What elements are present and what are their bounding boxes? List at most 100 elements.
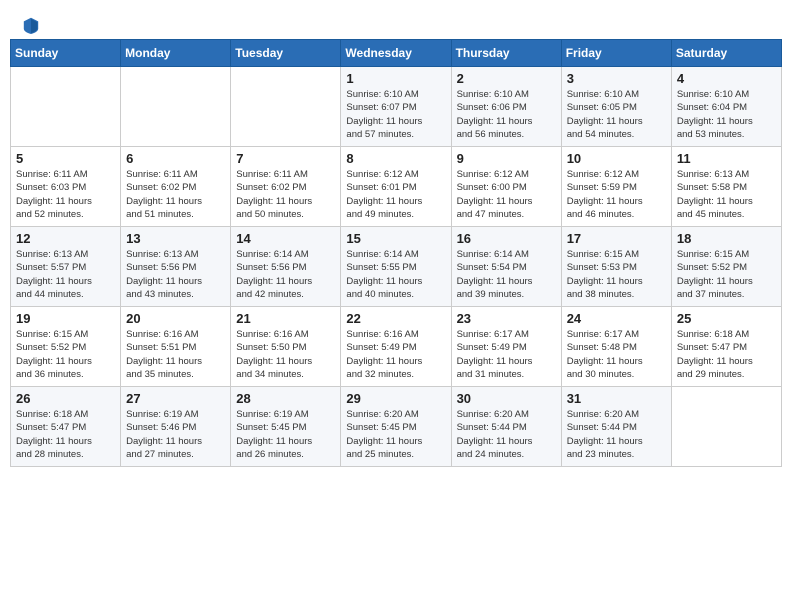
calendar-cell: 26 Sunrise: 6:18 AM Sunset: 5:47 PM Dayli…	[11, 387, 121, 467]
day-number: 10	[567, 151, 666, 166]
logo	[20, 18, 40, 34]
calendar-cell: 20 Sunrise: 6:16 AM Sunset: 5:51 PM Dayli…	[121, 307, 231, 387]
day-number: 3	[567, 71, 666, 86]
day-info: Sunrise: 6:18 AM Sunset: 5:47 PM Dayligh…	[677, 328, 776, 381]
day-number: 25	[677, 311, 776, 326]
day-number: 23	[457, 311, 556, 326]
day-info: Sunrise: 6:15 AM Sunset: 5:52 PM Dayligh…	[16, 328, 115, 381]
calendar-cell	[231, 67, 341, 147]
calendar-cell: 19 Sunrise: 6:15 AM Sunset: 5:52 PM Dayli…	[11, 307, 121, 387]
calendar-cell: 23 Sunrise: 6:17 AM Sunset: 5:49 PM Dayli…	[451, 307, 561, 387]
dow-header-sunday: Sunday	[11, 40, 121, 67]
day-info: Sunrise: 6:11 AM Sunset: 6:03 PM Dayligh…	[16, 168, 115, 221]
day-number: 15	[346, 231, 445, 246]
day-info: Sunrise: 6:11 AM Sunset: 6:02 PM Dayligh…	[236, 168, 335, 221]
day-info: Sunrise: 6:19 AM Sunset: 5:46 PM Dayligh…	[126, 408, 225, 461]
calendar-cell	[11, 67, 121, 147]
calendar-cell: 30 Sunrise: 6:20 AM Sunset: 5:44 PM Dayli…	[451, 387, 561, 467]
day-info: Sunrise: 6:12 AM Sunset: 6:00 PM Dayligh…	[457, 168, 556, 221]
calendar-cell: 3 Sunrise: 6:10 AM Sunset: 6:05 PM Daylig…	[561, 67, 671, 147]
calendar-cell: 5 Sunrise: 6:11 AM Sunset: 6:03 PM Daylig…	[11, 147, 121, 227]
calendar-cell: 2 Sunrise: 6:10 AM Sunset: 6:06 PM Daylig…	[451, 67, 561, 147]
day-number: 6	[126, 151, 225, 166]
day-number: 4	[677, 71, 776, 86]
day-info: Sunrise: 6:20 AM Sunset: 5:44 PM Dayligh…	[567, 408, 666, 461]
day-number: 5	[16, 151, 115, 166]
calendar-cell: 17Sunrise: 6:15 AM Sunset: 5:53 PM Dayli…	[561, 227, 671, 307]
day-info: Sunrise: 6:10 AM Sunset: 6:06 PM Dayligh…	[457, 88, 556, 141]
day-info: Sunrise: 6:16 AM Sunset: 5:49 PM Dayligh…	[346, 328, 445, 381]
day-number: 16	[457, 231, 556, 246]
calendar-cell	[671, 387, 781, 467]
day-number: 9	[457, 151, 556, 166]
dow-header-thursday: Thursday	[451, 40, 561, 67]
calendar-cell: 14 Sunrise: 6:14 AM Sunset: 5:56 PM Dayli…	[231, 227, 341, 307]
dow-header-saturday: Saturday	[671, 40, 781, 67]
day-number: 24	[567, 311, 666, 326]
day-info: Sunrise: 6:20 AM Sunset: 5:45 PM Dayligh…	[346, 408, 445, 461]
day-info: Sunrise: 6:16 AM Sunset: 5:51 PM Dayligh…	[126, 328, 225, 381]
day-info: Sunrise: 6:17 AM Sunset: 5:49 PM Dayligh…	[457, 328, 556, 381]
day-info: Sunrise: 6:14 AM Sunset: 5:56 PM Dayligh…	[236, 248, 335, 301]
day-number: 1	[346, 71, 445, 86]
page-header	[10, 10, 782, 39]
calendar-cell: 12Sunrise: 6:13 AM Sunset: 5:57 PM Dayli…	[11, 227, 121, 307]
calendar-cell: 18 Sunrise: 6:15 AM Sunset: 5:52 PM Dayli…	[671, 227, 781, 307]
day-info: Sunrise: 6:11 AM Sunset: 6:02 PM Dayligh…	[126, 168, 225, 221]
day-number: 2	[457, 71, 556, 86]
day-number: 11	[677, 151, 776, 166]
day-info: Sunrise: 6:10 AM Sunset: 6:04 PM Dayligh…	[677, 88, 776, 141]
calendar-cell	[121, 67, 231, 147]
calendar-cell: 21 Sunrise: 6:16 AM Sunset: 5:50 PM Dayli…	[231, 307, 341, 387]
calendar-cell: 31 Sunrise: 6:20 AM Sunset: 5:44 PM Dayli…	[561, 387, 671, 467]
calendar-cell: 8 Sunrise: 6:12 AM Sunset: 6:01 PM Daylig…	[341, 147, 451, 227]
day-number: 19	[16, 311, 115, 326]
day-info: Sunrise: 6:15 AM Sunset: 5:52 PM Dayligh…	[677, 248, 776, 301]
day-info: Sunrise: 6:13 AM Sunset: 5:56 PM Dayligh…	[126, 248, 225, 301]
day-number: 27	[126, 391, 225, 406]
day-number: 12	[16, 231, 115, 246]
day-number: 28	[236, 391, 335, 406]
day-number: 30	[457, 391, 556, 406]
day-info: Sunrise: 6:12 AM Sunset: 6:01 PM Dayligh…	[346, 168, 445, 221]
calendar-cell: 10Sunrise: 6:12 AM Sunset: 5:59 PM Dayli…	[561, 147, 671, 227]
day-number: 31	[567, 391, 666, 406]
day-info: Sunrise: 6:10 AM Sunset: 6:07 PM Dayligh…	[346, 88, 445, 141]
day-info: Sunrise: 6:18 AM Sunset: 5:47 PM Dayligh…	[16, 408, 115, 461]
day-number: 17	[567, 231, 666, 246]
day-info: Sunrise: 6:14 AM Sunset: 5:55 PM Dayligh…	[346, 248, 445, 301]
calendar-table: SundayMondayTuesdayWednesdayThursdayFrid…	[10, 39, 782, 467]
calendar-cell: 6 Sunrise: 6:11 AM Sunset: 6:02 PM Daylig…	[121, 147, 231, 227]
day-info: Sunrise: 6:20 AM Sunset: 5:44 PM Dayligh…	[457, 408, 556, 461]
day-info: Sunrise: 6:13 AM Sunset: 5:58 PM Dayligh…	[677, 168, 776, 221]
day-number: 13	[126, 231, 225, 246]
calendar-cell: 13 Sunrise: 6:13 AM Sunset: 5:56 PM Dayli…	[121, 227, 231, 307]
day-info: Sunrise: 6:17 AM Sunset: 5:48 PM Dayligh…	[567, 328, 666, 381]
day-number: 8	[346, 151, 445, 166]
day-number: 21	[236, 311, 335, 326]
calendar-cell: 4 Sunrise: 6:10 AM Sunset: 6:04 PM Daylig…	[671, 67, 781, 147]
calendar-cell: 22 Sunrise: 6:16 AM Sunset: 5:49 PM Dayli…	[341, 307, 451, 387]
day-number: 22	[346, 311, 445, 326]
dow-header-tuesday: Tuesday	[231, 40, 341, 67]
calendar-cell: 27 Sunrise: 6:19 AM Sunset: 5:46 PM Dayli…	[121, 387, 231, 467]
calendar-cell: 25 Sunrise: 6:18 AM Sunset: 5:47 PM Dayli…	[671, 307, 781, 387]
calendar-cell: 7Sunrise: 6:11 AM Sunset: 6:02 PM Daylig…	[231, 147, 341, 227]
day-info: Sunrise: 6:19 AM Sunset: 5:45 PM Dayligh…	[236, 408, 335, 461]
calendar-cell: 9 Sunrise: 6:12 AM Sunset: 6:00 PM Daylig…	[451, 147, 561, 227]
dow-header-friday: Friday	[561, 40, 671, 67]
day-number: 29	[346, 391, 445, 406]
calendar-cell: 28 Sunrise: 6:19 AM Sunset: 5:45 PM Dayli…	[231, 387, 341, 467]
logo-icon	[22, 16, 40, 34]
day-info: Sunrise: 6:14 AM Sunset: 5:54 PM Dayligh…	[457, 248, 556, 301]
day-info: Sunrise: 6:16 AM Sunset: 5:50 PM Dayligh…	[236, 328, 335, 381]
day-number: 20	[126, 311, 225, 326]
day-info: Sunrise: 6:10 AM Sunset: 6:05 PM Dayligh…	[567, 88, 666, 141]
dow-header-monday: Monday	[121, 40, 231, 67]
dow-header-wednesday: Wednesday	[341, 40, 451, 67]
calendar-cell: 15 Sunrise: 6:14 AM Sunset: 5:55 PM Dayli…	[341, 227, 451, 307]
calendar-cell: 24 Sunrise: 6:17 AM Sunset: 5:48 PM Dayli…	[561, 307, 671, 387]
day-number: 14	[236, 231, 335, 246]
day-number: 26	[16, 391, 115, 406]
day-number: 18	[677, 231, 776, 246]
